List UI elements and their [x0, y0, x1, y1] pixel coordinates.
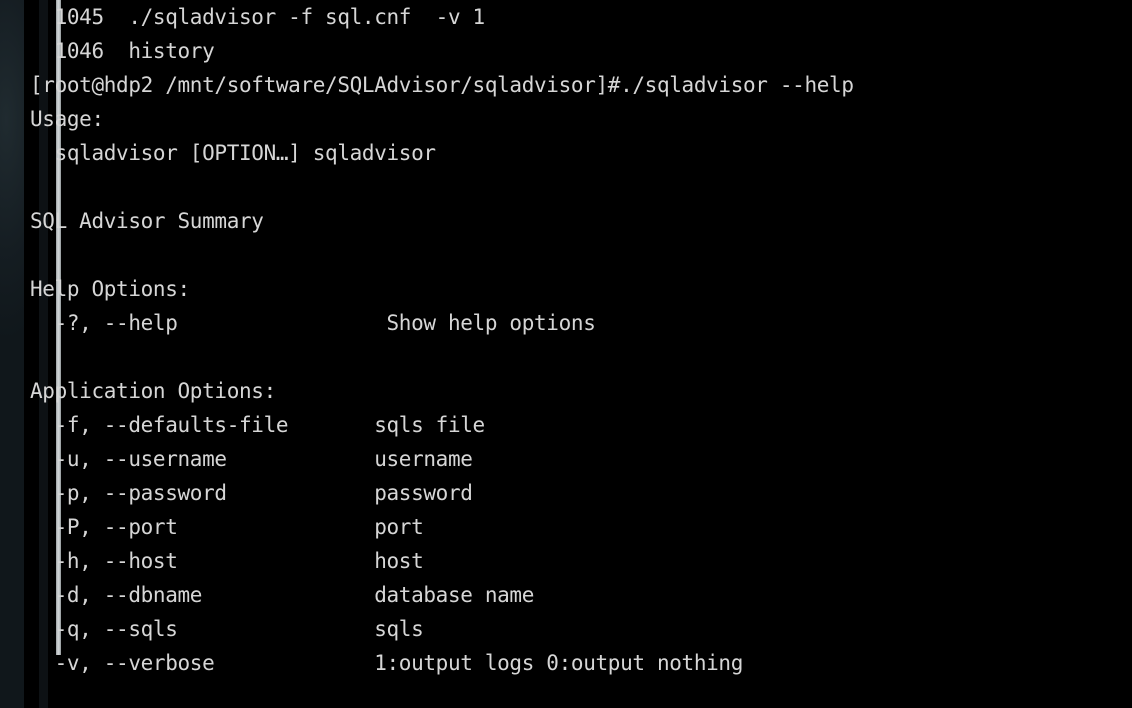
terminal-line: 1045 ./sqladvisor -f sql.cnf -v 1	[30, 5, 486, 29]
terminal-line: -u, --username username	[30, 447, 473, 471]
terminal-line: Usage:	[30, 107, 104, 131]
terminal-line: -h, --host host	[30, 549, 424, 573]
terminal-line: -q, --sqls sqls	[30, 617, 424, 641]
terminal-line: SQL Advisor Summary	[30, 209, 264, 233]
terminal-line: sqladvisor [OPTION…] sqladvisor	[30, 141, 436, 165]
terminal-line: -?, --help Show help options	[30, 311, 596, 335]
terminal-line: -d, --dbname database name	[30, 583, 535, 607]
terminal-window: 1045 ./sqladvisor -f sql.cnf -v 1 1046 h…	[24, 0, 1132, 708]
terminal-line: -p, --password password	[30, 481, 473, 505]
terminal-line: -v, --verbose 1:output logs 0:output not…	[30, 651, 744, 675]
terminal-line: -P, --port port	[30, 515, 424, 539]
terminal-line: Application Options:	[30, 379, 276, 403]
terminal-line: -f, --defaults-file sqls file	[30, 413, 486, 437]
terminal-line: Help Options:	[30, 277, 190, 301]
terminal-screen[interactable]: 1045 ./sqladvisor -f sql.cnf -v 1 1046 h…	[30, 0, 1130, 708]
terminal-line: [root@hdp2 /mnt/software/SQLAdvisor/sqla…	[30, 73, 854, 97]
terminal-line: 1046 history	[30, 39, 215, 63]
